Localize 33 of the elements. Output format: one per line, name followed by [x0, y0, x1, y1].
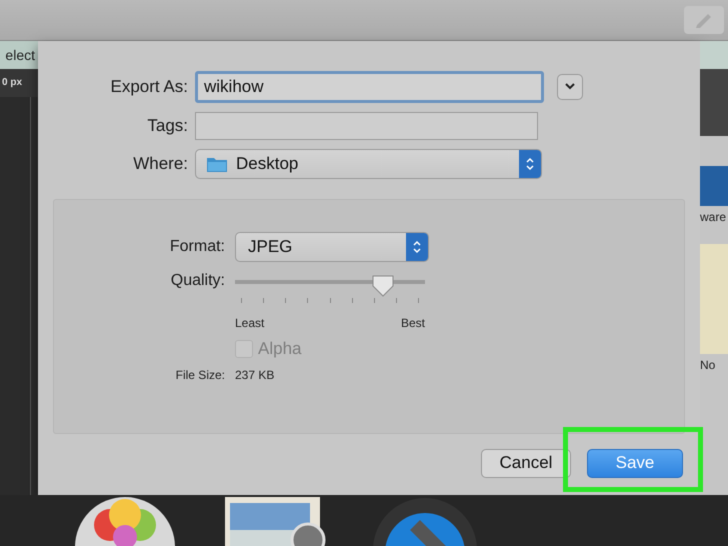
tick-mark [352, 298, 353, 303]
stepper-icon [519, 150, 541, 178]
chevron-down-icon [565, 83, 575, 90]
location-popup[interactable]: Desktop [195, 148, 542, 179]
tick-mark [263, 298, 264, 303]
text-field[interactable]: wikihow [195, 70, 544, 103]
file-size-value: 237 KB [235, 368, 274, 382]
quality-label: Quality: [170, 272, 225, 290]
app-label: No [700, 358, 716, 372]
cancel-button[interactable]: Cancel [481, 448, 571, 478]
slider-thumb[interactable] [371, 274, 396, 298]
stepper-icon [406, 232, 428, 261]
corner-shape [700, 166, 728, 206]
min-label: Least [235, 316, 264, 330]
tick-mark [307, 298, 308, 303]
tick-mark [418, 298, 419, 303]
size-label: 0 px [2, 77, 22, 88]
field-label: Tags: [146, 116, 188, 136]
field-label: Where: [132, 154, 188, 174]
text-field[interactable] [195, 112, 538, 140]
format-label: Format: [168, 238, 225, 256]
expand-button[interactable] [557, 74, 583, 100]
tick-mark [374, 298, 375, 303]
app-label: ware [700, 210, 726, 224]
pen-tool-button[interactable] [684, 6, 724, 34]
toolbar-tab[interactable]: elect [0, 40, 38, 69]
format-popup[interactable]: JPEG [235, 232, 429, 262]
max-label: Best [400, 316, 425, 330]
tick-mark [396, 298, 397, 303]
tick-mark [285, 298, 286, 303]
tick-mark [241, 298, 242, 303]
file-size-label: File Size: [174, 368, 225, 382]
field-label: Export As: [110, 76, 188, 97]
